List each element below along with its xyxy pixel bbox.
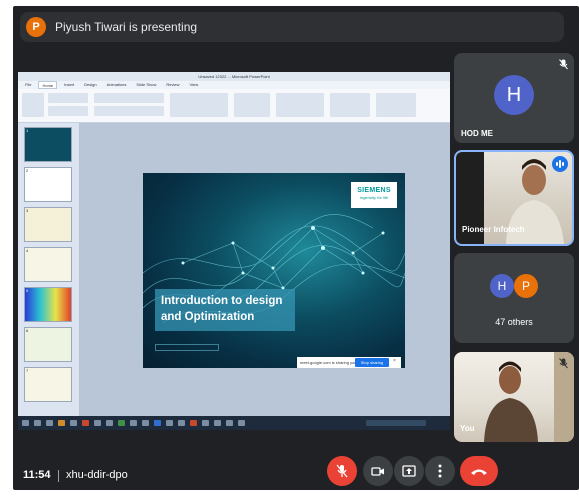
ppt-ribbon xyxy=(18,89,450,123)
ppt-window-title: Unsaved 12322 ... Microsoft PowerPoint xyxy=(18,72,450,81)
ppt-tab: View xyxy=(189,82,199,87)
participant-name: Pioneer Infotech xyxy=(462,225,525,234)
slide-title-line2: and Optimization xyxy=(161,311,255,323)
mic-toggle-button[interactable] xyxy=(327,456,357,486)
presenting-text: Piyush Tiwari is presenting xyxy=(55,20,198,34)
mic-off-icon xyxy=(559,358,568,371)
slide-thumbnail[interactable]: 7 xyxy=(24,367,72,402)
participant-name: HOD ME xyxy=(461,129,493,138)
others-count: 47 others xyxy=(495,317,533,327)
slide-thumbnails: 1 2 3 4 5 6 7 xyxy=(18,123,80,416)
screen-share-notice: meet.google.com is sharing your screen. … xyxy=(297,357,401,368)
slide-title-box: Introduction to design and Optimization xyxy=(155,289,295,331)
more-options-button[interactable] xyxy=(425,456,455,486)
present-now-button[interactable] xyxy=(394,456,424,486)
slide-thumbnail[interactable]: 1 xyxy=(24,127,72,162)
windows-taskbar xyxy=(18,416,450,430)
meeting-clock: 11:54 xyxy=(23,469,51,481)
ppt-tab: Review xyxy=(166,82,180,87)
participant-tile-others[interactable]: H P 47 others xyxy=(454,253,574,343)
participant-avatar: H xyxy=(490,274,514,298)
mic-off-icon xyxy=(336,464,348,478)
slide-thumbnail[interactable]: 4 xyxy=(24,247,72,282)
shared-screen: Unsaved 12322 ... Microsoft PowerPoint F… xyxy=(18,72,450,430)
slide-thumbnail[interactable]: 6 xyxy=(24,327,72,362)
participant-tile-hod[interactable]: H HOD ME xyxy=(454,53,574,143)
slide-title-line1: Introduction to design xyxy=(161,295,283,307)
mic-off-icon xyxy=(559,59,568,72)
participant-tile-pioneer[interactable]: Pioneer Infotech xyxy=(454,150,574,246)
presenter-avatar: P xyxy=(26,17,46,37)
ppt-tab: Animations xyxy=(106,82,127,87)
camera-icon xyxy=(371,466,384,476)
stop-sharing-button[interactable]: Stop sharing xyxy=(355,358,389,367)
ppt-tab: Design xyxy=(84,82,97,87)
ppt-tab: Insert xyxy=(64,82,75,87)
close-icon[interactable]: × xyxy=(393,358,396,364)
siemens-logo: SIEMENS Ingenuity for life xyxy=(351,182,397,208)
participant-name: You xyxy=(460,424,475,433)
ppt-tab: Home xyxy=(38,81,58,89)
leave-call-button[interactable] xyxy=(460,456,498,486)
end-call-icon xyxy=(471,469,487,475)
presentation-slide: SIEMENS Ingenuity for life Introduction … xyxy=(143,173,405,368)
more-icon xyxy=(438,464,442,478)
slide-thumbnail[interactable]: 3 xyxy=(24,207,72,242)
camera-toggle-button[interactable] xyxy=(363,456,393,486)
ppt-tab: File xyxy=(25,82,32,87)
participant-avatar: P xyxy=(514,274,538,298)
participant-avatar: H xyxy=(494,75,534,115)
presenting-banner: P Piyush Tiwari is presenting xyxy=(20,12,564,42)
present-icon xyxy=(402,465,416,477)
meet-window: P Piyush Tiwari is presenting Unsaved 12… xyxy=(13,6,579,490)
meeting-code: xhu-ddir-dpo xyxy=(66,469,128,481)
slide-subtitle-placeholder xyxy=(155,344,219,351)
participant-tile-you[interactable]: You xyxy=(454,352,574,442)
speaking-indicator-icon xyxy=(552,156,568,172)
slide-thumbnail[interactable]: 5 xyxy=(24,287,72,322)
slide-thumbnail[interactable]: 2 xyxy=(24,167,72,202)
divider xyxy=(58,470,59,482)
ppt-tab: Slide Show xyxy=(136,82,157,87)
ppt-ribbon-tabs: File Home Insert Design Animations Slide… xyxy=(18,81,450,89)
